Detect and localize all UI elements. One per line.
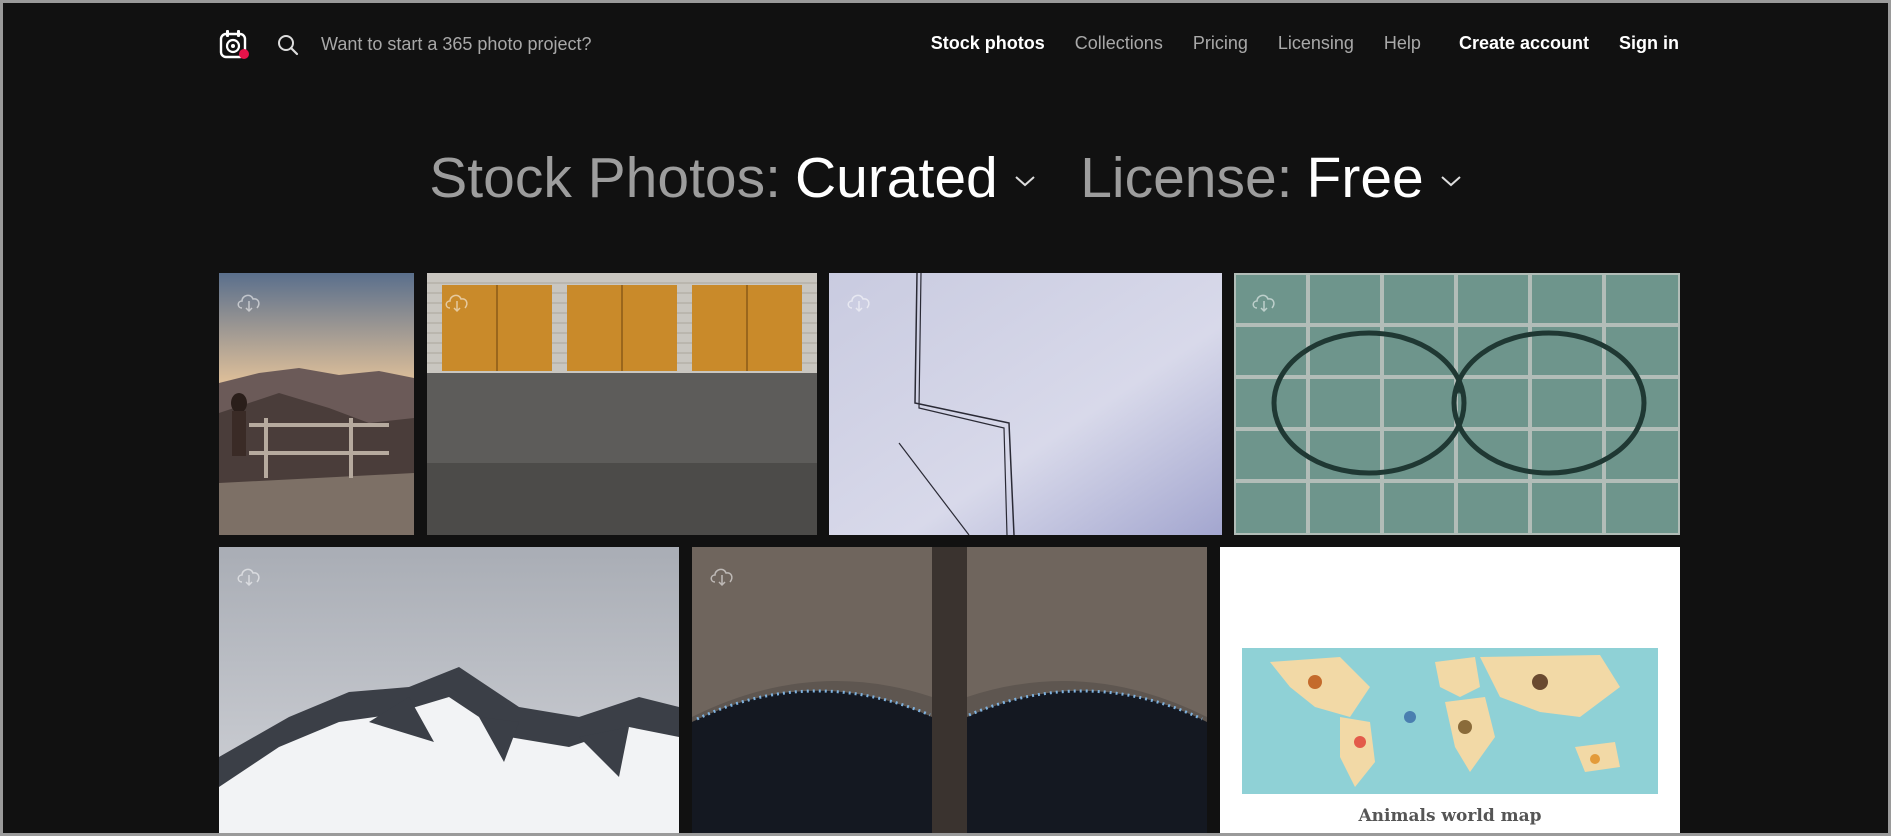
- download-cloud-icon[interactable]: [845, 291, 873, 313]
- photo-tile-1[interactable]: [219, 273, 414, 535]
- stock-photos-filter[interactable]: Stock Photos: Curated: [429, 145, 1035, 211]
- license-filter[interactable]: License: Free: [1080, 145, 1462, 211]
- nav-stock-photos[interactable]: Stock photos: [931, 33, 1045, 54]
- chevron-down-icon: [1015, 176, 1035, 187]
- download-cloud-icon[interactable]: [235, 565, 263, 587]
- search-icon[interactable]: [276, 33, 300, 57]
- photo-tile-6[interactable]: [692, 547, 1207, 833]
- photo-tile-4[interactable]: [1234, 273, 1680, 535]
- nav-licensing[interactable]: Licensing: [1278, 33, 1354, 54]
- stock-photos-filter-label: Stock Photos:: [429, 146, 781, 210]
- search-input[interactable]: [319, 26, 743, 62]
- photo-tile-3[interactable]: [829, 273, 1222, 535]
- create-account-link[interactable]: Create account: [1459, 33, 1589, 54]
- photo-wires-sky: [829, 273, 1222, 535]
- chevron-down-icon: [1441, 176, 1461, 187]
- filter-title-row: Stock Photos: Curated License: Free: [3, 145, 1888, 221]
- nav-help[interactable]: Help: [1384, 33, 1421, 54]
- download-cloud-icon[interactable]: [708, 565, 736, 587]
- download-cloud-icon[interactable]: [235, 291, 263, 313]
- logo-icon[interactable]: [219, 28, 251, 60]
- license-filter-value: Free: [1306, 146, 1424, 210]
- download-cloud-icon[interactable]: [1250, 291, 1278, 313]
- site-header: Stock photos Collections Pricing Licensi…: [219, 21, 1679, 65]
- photo-tunnel-arches: [692, 547, 1207, 833]
- nav-pricing[interactable]: Pricing: [1193, 33, 1248, 54]
- photo-tile-2[interactable]: [427, 273, 817, 535]
- main-nav: Stock photos Collections Pricing Licensi…: [901, 21, 1679, 65]
- license-filter-label: License:: [1080, 146, 1293, 210]
- map-caption: Animals world map: [1358, 806, 1542, 826]
- photo-glasses-glass-blocks: [1234, 273, 1680, 535]
- photo-snowy-mountain: [219, 547, 679, 833]
- photo-tile-7[interactable]: Animals world map: [1220, 547, 1680, 833]
- stock-photos-filter-value: Curated: [794, 146, 998, 210]
- photo-tile-5[interactable]: [219, 547, 679, 833]
- photo-garage-doors: [427, 273, 817, 535]
- nav-collections[interactable]: Collections: [1075, 33, 1163, 54]
- photo-animals-world-map: [1242, 648, 1658, 794]
- page: Stock photos Collections Pricing Licensi…: [3, 3, 1888, 833]
- sign-in-link[interactable]: Sign in: [1619, 33, 1679, 54]
- download-cloud-icon[interactable]: [443, 291, 471, 313]
